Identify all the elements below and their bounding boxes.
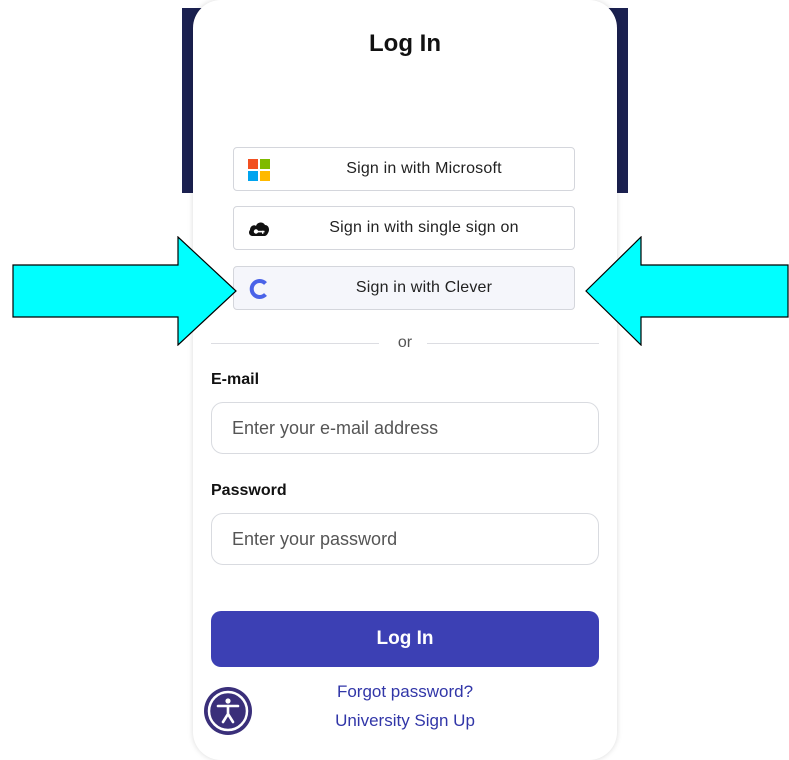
or-text: or [397,334,413,351]
password-field[interactable] [211,513,599,565]
sign-in-clever-label: Sign in with Clever [355,279,493,296]
log-in-button[interactable]: Log In [211,611,599,667]
sign-in-sso-label: Sign in with single sign on [329,219,519,236]
login-card: Log In Sign in with Microsoft Sign in wi… [193,0,617,760]
email-label: E-mail [211,371,260,388]
email-field[interactable] [211,402,599,454]
cloud-key-icon [249,222,269,236]
clever-logo-icon [249,279,267,299]
or-divider: or [211,332,599,354]
sign-in-sso-button[interactable]: Sign in with single sign on [233,206,575,250]
microsoft-logo-icon [248,159,270,181]
password-label: Password [211,482,287,499]
sign-in-microsoft-button[interactable]: Sign in with Microsoft [233,147,575,191]
forgot-password-link[interactable]: Forgot password? [193,682,617,702]
sign-in-microsoft-label: Sign in with Microsoft [346,160,502,177]
sign-in-clever-button[interactable]: Sign in with Clever [233,266,575,310]
university-sign-up-link[interactable]: University Sign Up [193,711,617,731]
cyan-arrow-icon [12,236,237,346]
cyan-arrow-icon [585,236,789,346]
accessibility-icon[interactable] [203,686,253,736]
page-title: Log In [369,30,441,57]
